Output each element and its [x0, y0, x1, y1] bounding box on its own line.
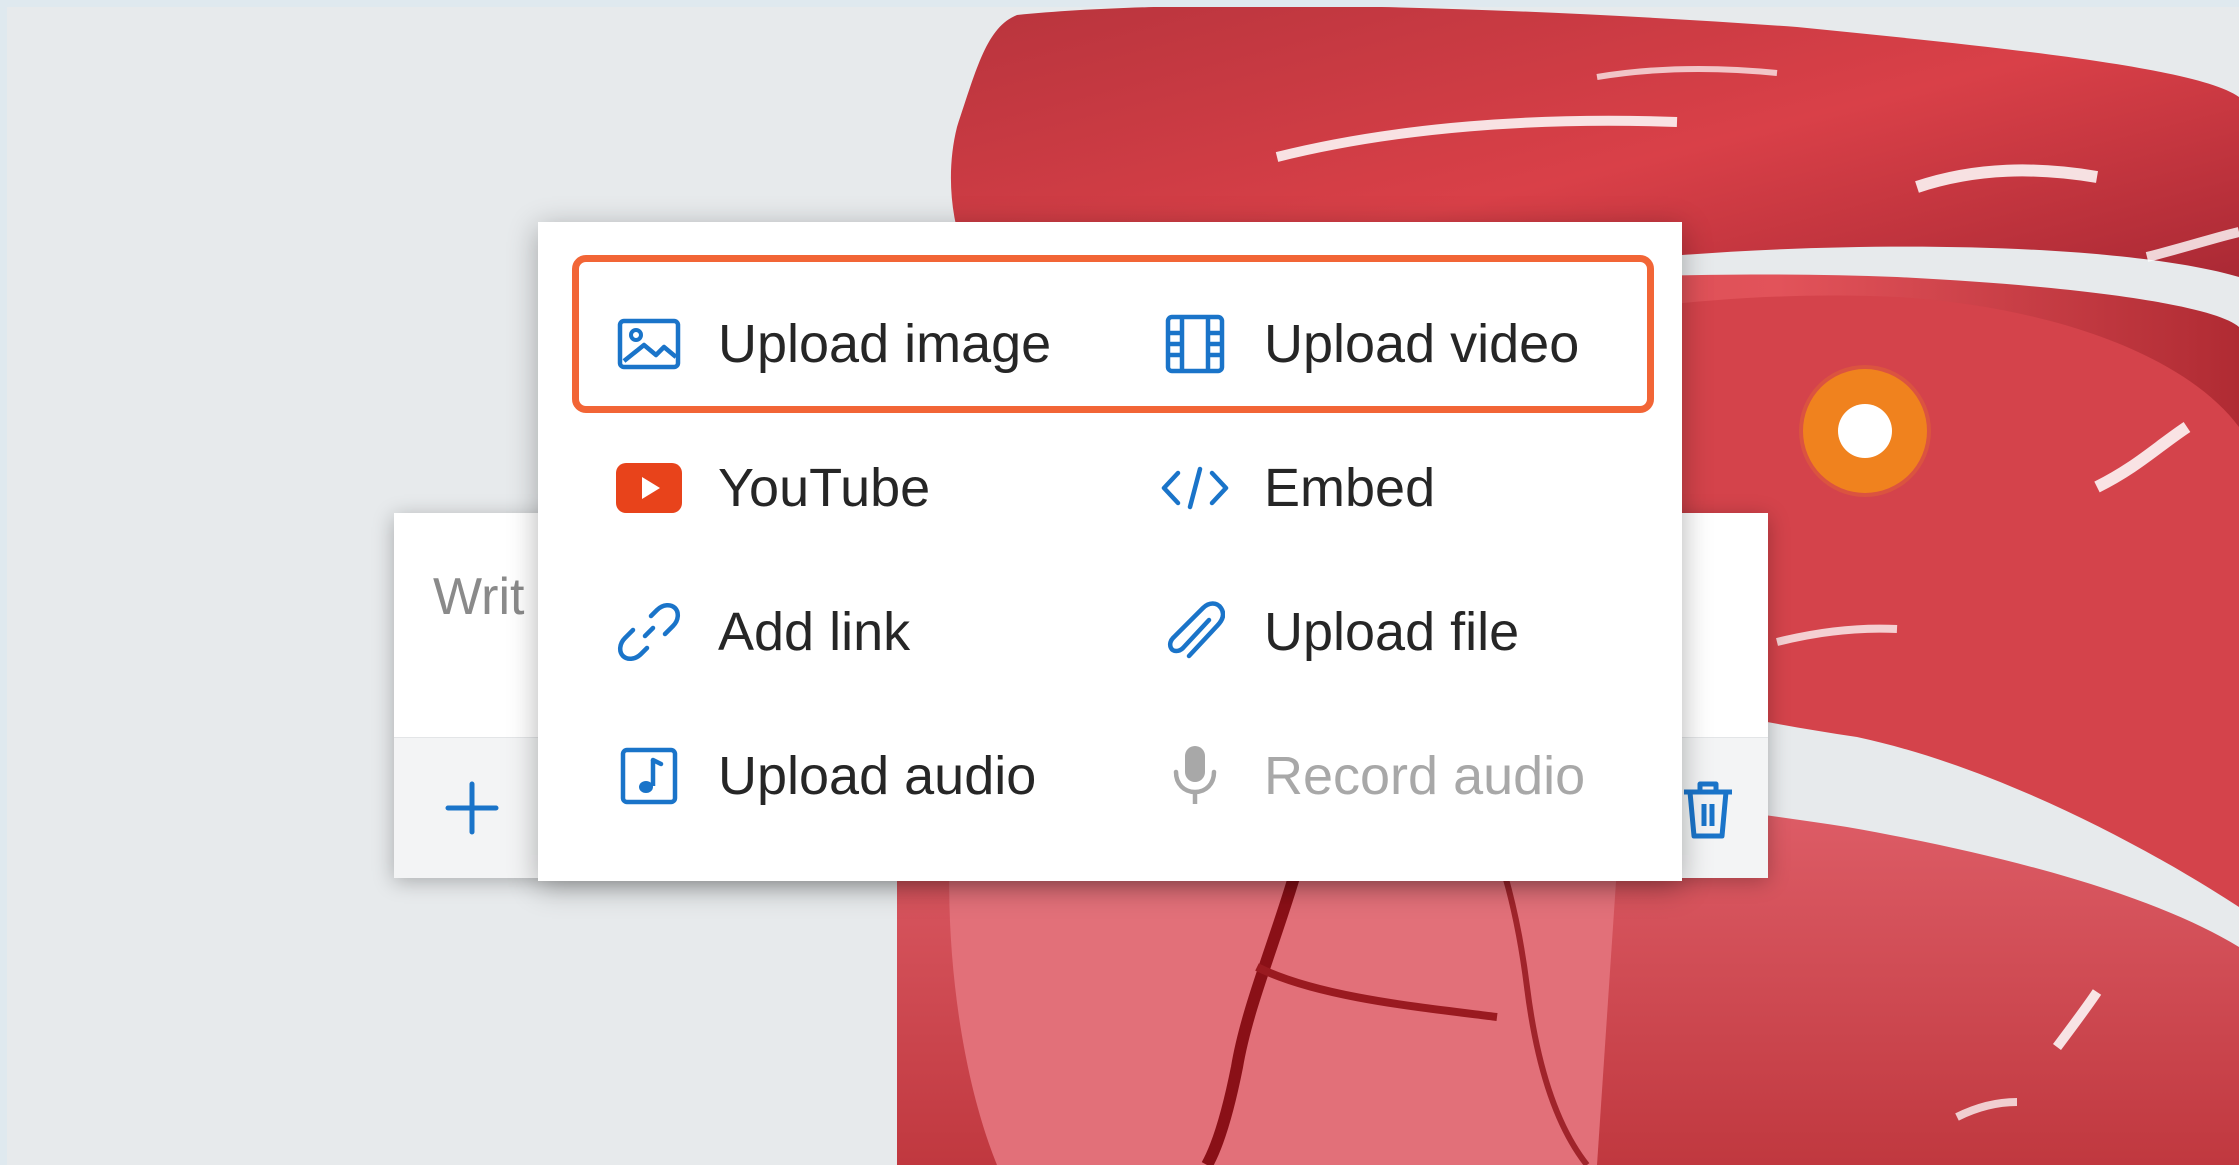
microphone-icon: [1160, 741, 1230, 811]
add-attachment-button[interactable]: [432, 768, 512, 848]
menu-item-label: Upload video: [1264, 314, 1580, 374]
menu-item-embed[interactable]: Embed: [1160, 438, 1435, 538]
plus-icon: [445, 781, 499, 835]
menu-item-label: Upload audio: [718, 746, 1037, 806]
image-icon: [614, 309, 684, 379]
menu-item-record-audio[interactable]: Record audio: [1160, 726, 1585, 826]
attachment-menu: Upload image Upload video YouTube Embed …: [538, 222, 1682, 881]
menu-item-label: Embed: [1264, 458, 1436, 518]
code-icon: [1160, 453, 1230, 523]
menu-item-label: Record audio: [1264, 746, 1586, 806]
menu-item-upload-image[interactable]: Upload image: [614, 294, 1051, 394]
paperclip-icon: [1160, 597, 1230, 667]
menu-item-label: YouTube: [718, 458, 931, 518]
menu-item-upload-audio[interactable]: Upload audio: [614, 726, 1036, 826]
menu-item-upload-video[interactable]: Upload video: [1160, 294, 1579, 394]
menu-item-label: Upload file: [1264, 602, 1520, 662]
menu-item-label: Add link: [718, 602, 911, 662]
menu-item-add-link[interactable]: Add link: [614, 582, 910, 682]
annotation-hotspot[interactable]: [1803, 369, 1927, 493]
trash-icon: [1684, 781, 1732, 839]
app-canvas: Writ Upload image Upload video YouTube E…: [7, 7, 2239, 1165]
delete-note-button[interactable]: [1678, 778, 1738, 842]
music-note-icon: [614, 741, 684, 811]
menu-item-youtube[interactable]: YouTube: [614, 438, 930, 538]
youtube-icon: [614, 453, 684, 523]
menu-item-label: Upload image: [718, 314, 1052, 374]
menu-item-upload-file[interactable]: Upload file: [1160, 582, 1519, 682]
link-icon: [614, 597, 684, 667]
note-placeholder: Writ: [433, 568, 525, 626]
film-icon: [1160, 309, 1230, 379]
